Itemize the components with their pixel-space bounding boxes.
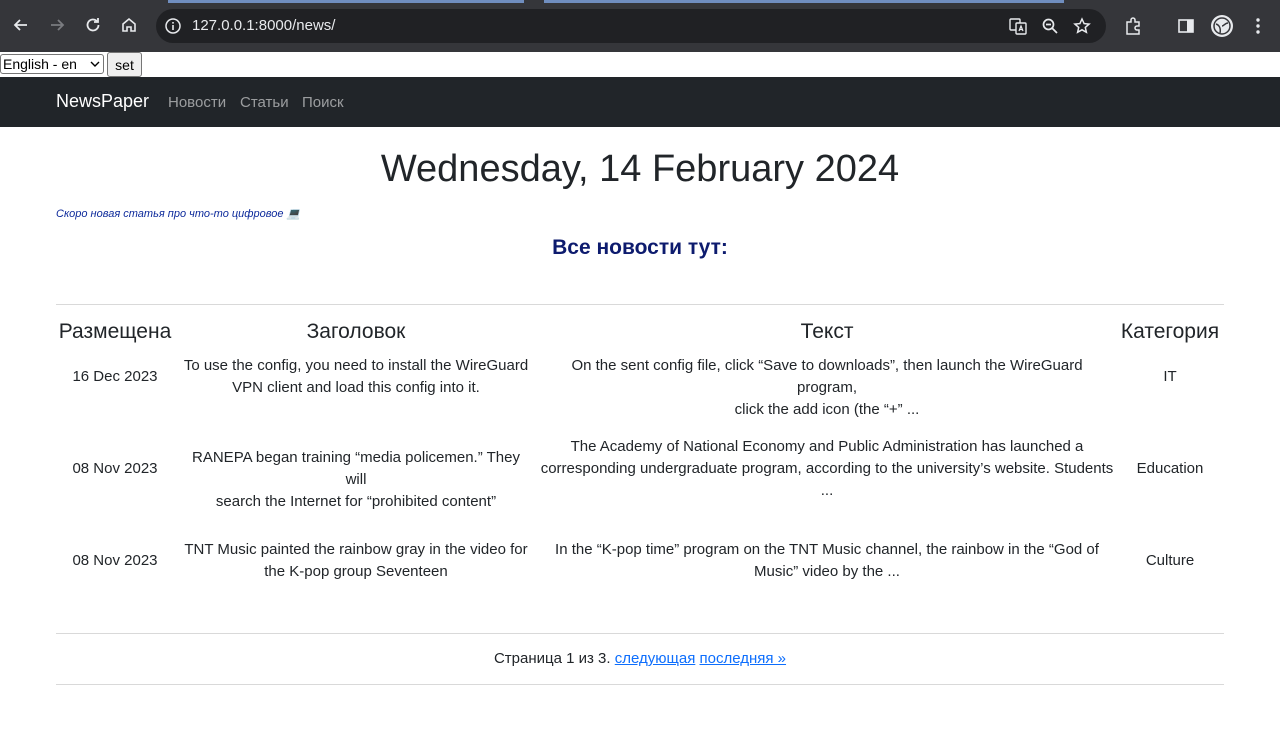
forward-icon[interactable] — [44, 12, 70, 38]
table-row-date: 08 Nov 2023 — [72, 552, 158, 569]
title-line: VPN client and load this config into it. — [232, 379, 480, 396]
news-subheading: Все новости тут: — [552, 236, 728, 259]
home-icon[interactable] — [116, 12, 142, 38]
address-bar[interactable]: 127.0.0.1:8000/news/ — [156, 9, 1106, 43]
pagination-status: Страница 1 из 3. — [493, 650, 611, 667]
table-row-category: Education — [1136, 460, 1204, 477]
text-line: In the “K-pop time” program on the TNT M… — [555, 541, 1099, 558]
pagination: Страница 1 из 3. следующая последняя » — [0, 650, 1280, 667]
text-line: corresponding undergraduate program, acc… — [540, 460, 1114, 477]
column-header-text: Текст — [800, 320, 854, 343]
table-row-category: IT — [1163, 368, 1177, 385]
language-bar: English - en set — [0, 52, 1280, 77]
last-page-link[interactable]: последняя » — [700, 650, 787, 667]
extensions-icon[interactable] — [1121, 14, 1145, 38]
column-header-category: Категория — [1120, 320, 1220, 343]
table-row-text: The Academy of National Economy and Publ… — [540, 436, 1114, 502]
text-line: On the sent config file, click “Save to … — [571, 357, 1083, 396]
set-language-button[interactable]: set — [107, 52, 142, 77]
table-row-text: On the sent config file, click “Save to … — [540, 355, 1114, 421]
table-row-date: 16 Dec 2023 — [72, 368, 158, 385]
title-line: TNT Music painted the rainbow gray in th… — [184, 541, 528, 558]
title-line: the K-pop group Seventeen — [264, 563, 448, 580]
side-panel-icon[interactable] — [1174, 14, 1198, 38]
reload-icon[interactable] — [80, 12, 106, 38]
table-row-text: In the “K-pop time” program on the TNT M… — [540, 539, 1114, 583]
browser-toolbar: 127.0.0.1:8000/news/ — [0, 0, 1280, 52]
language-select[interactable]: English - en — [0, 54, 104, 74]
title-line: To use the config, you need to install t… — [183, 357, 529, 374]
table-bottom-divider — [56, 633, 1224, 634]
pagination-bottom-divider — [56, 684, 1224, 685]
table-row-category: Culture — [1145, 552, 1195, 569]
nav-link-news[interactable]: Новости — [168, 94, 226, 111]
language-select-value: English - en — [3, 56, 77, 72]
announcement-text: Скоро новая статья про что-то цифровое 💻 — [56, 208, 301, 220]
tab-indicator — [544, 0, 1064, 3]
site-info-icon[interactable] — [164, 17, 182, 35]
text-line: The Academy of National Economy and Publ… — [570, 438, 1084, 455]
column-header-title: Заголовок — [306, 320, 406, 343]
title-line: search the Internet for “prohibited cont… — [215, 493, 497, 510]
page-date-heading: Wednesday, 14 February 2024 — [380, 148, 900, 190]
brand-logo[interactable]: NewsPaper — [56, 91, 149, 112]
table-top-divider — [56, 304, 1224, 305]
chevron-down-icon — [90, 61, 100, 67]
table-row-title: TNT Music painted the rainbow gray in th… — [182, 539, 530, 583]
zoom-icon[interactable] — [1040, 16, 1060, 36]
tab-indicator — [168, 0, 524, 3]
url-text[interactable]: 127.0.0.1:8000/news/ — [192, 17, 335, 34]
site-navbar: NewsPaper Новости Статьи Поиск — [0, 77, 1280, 127]
menu-icon[interactable] — [1246, 14, 1270, 38]
column-header-date: Размещена — [58, 320, 172, 343]
table-row-date: 08 Nov 2023 — [72, 460, 158, 477]
translate-icon[interactable] — [1008, 16, 1028, 36]
table-row-title: To use the config, you need to install t… — [182, 355, 530, 399]
title-line: RANEPA began training “media policemen.”… — [192, 449, 520, 488]
back-icon[interactable] — [8, 12, 34, 38]
text-line: Music” video by the ... — [754, 563, 900, 580]
profile-avatar[interactable] — [1211, 15, 1233, 37]
text-line: ... — [820, 482, 834, 499]
text-line: click the add icon (the “+” ... — [734, 401, 920, 418]
table-row-title: RANEPA began training “media policemen.”… — [182, 447, 530, 513]
next-page-link[interactable]: следующая — [615, 650, 696, 667]
bookmark-star-icon[interactable] — [1072, 16, 1092, 36]
nav-link-articles[interactable]: Статьи — [240, 94, 289, 111]
nav-link-search[interactable]: Поиск — [302, 94, 344, 111]
